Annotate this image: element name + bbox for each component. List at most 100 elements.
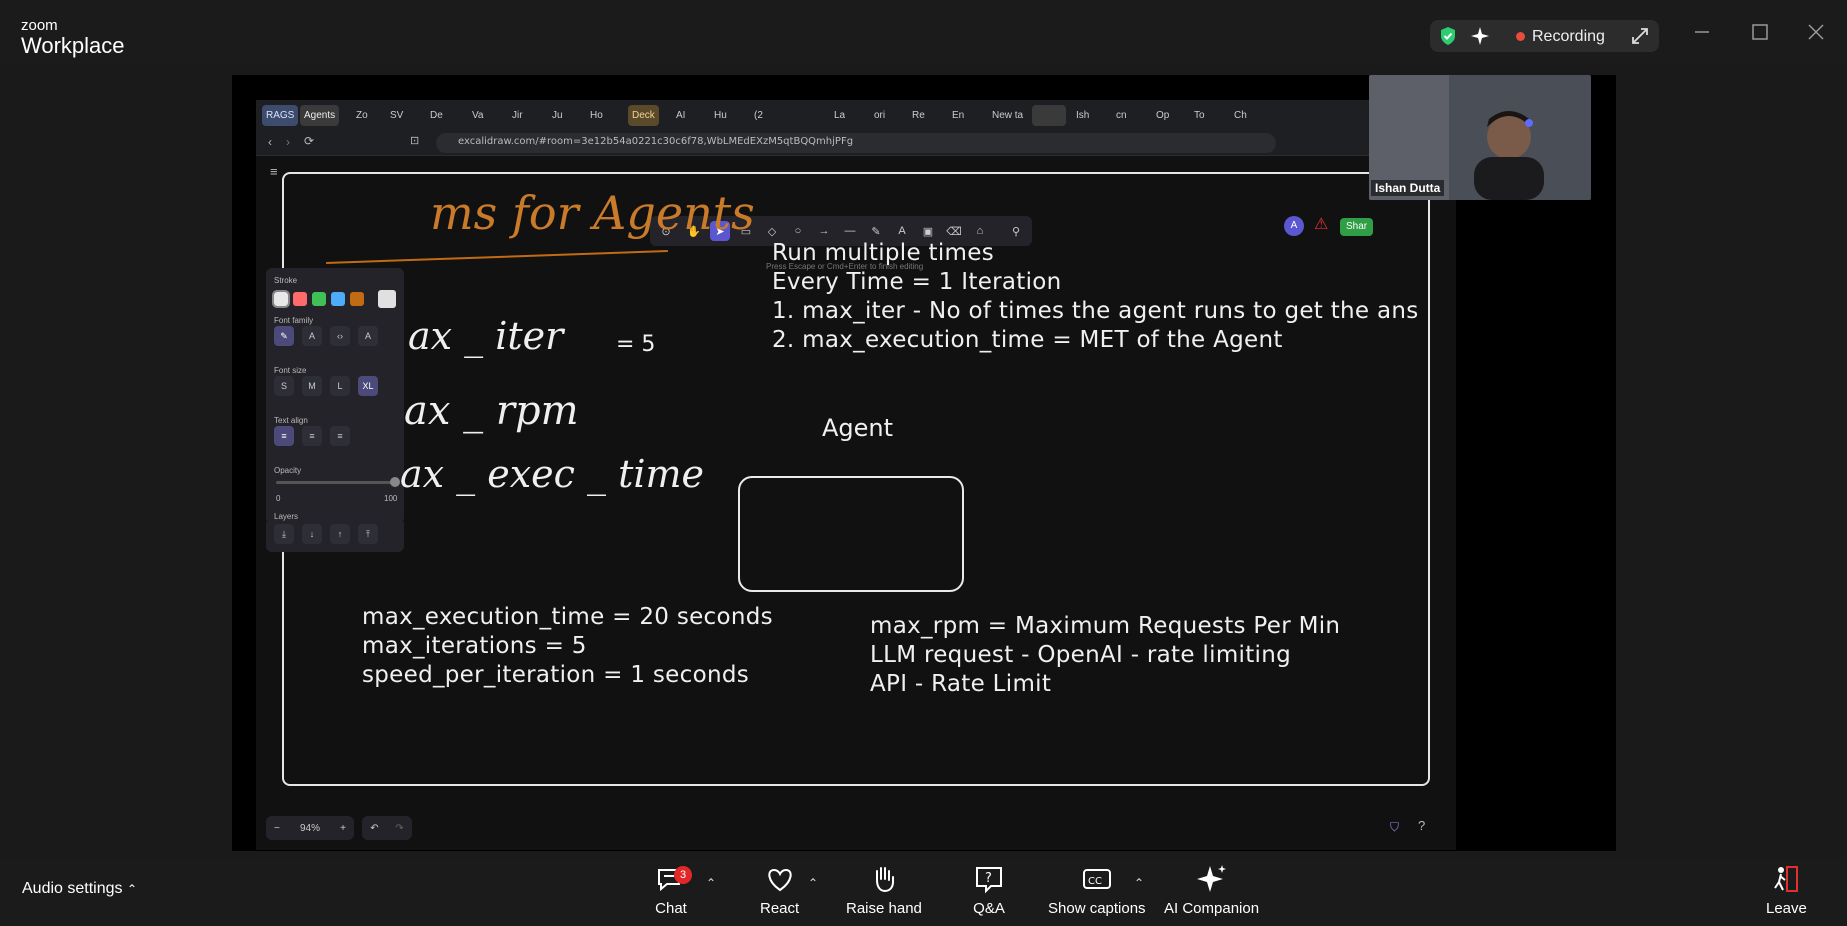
current-stroke-color[interactable] — [378, 290, 396, 308]
agent-rectangle[interactable] — [738, 476, 964, 592]
arrow-tool-icon[interactable]: → — [814, 221, 834, 241]
bookmark-icon[interactable]: ⊡ — [410, 134, 419, 147]
tab-item[interactable]: Zo — [352, 105, 372, 126]
url-text[interactable]: excalidraw.com/#room=3e12b54a0221c30c6f7… — [458, 136, 853, 147]
tab-item[interactable]: Ho — [586, 105, 607, 126]
recording-label[interactable]: Recording — [1532, 28, 1605, 46]
tab-item[interactable]: En — [948, 105, 968, 126]
rpm-note-line[interactable]: API - Rate Limit — [870, 671, 1051, 697]
qa-button[interactable]: ? Q&A — [972, 862, 1006, 917]
chat-chevron-icon[interactable]: ⌃ — [706, 876, 716, 890]
note-line[interactable]: 2. max_execution_time = MET of the Agent — [772, 327, 1283, 353]
bring-to-front-icon[interactable]: ⤒ — [358, 524, 378, 544]
rpm-note-line[interactable]: max_rpm = Maximum Requests Per Min — [870, 613, 1340, 639]
tab-item[interactable]: De — [426, 105, 447, 126]
tab-item[interactable]: New ta — [988, 105, 1027, 126]
stroke-color-swatch[interactable] — [350, 292, 364, 306]
hamburger-menu-icon[interactable]: ≡ — [270, 164, 278, 179]
zoom-out-button[interactable]: − — [274, 823, 280, 834]
zoom-in-button[interactable]: + — [340, 823, 346, 834]
share-button[interactable]: Shar — [1340, 218, 1374, 236]
tab-active-excalidraw[interactable] — [1032, 105, 1066, 126]
stroke-color-swatch[interactable] — [331, 292, 345, 306]
tab-item[interactable]: AI — [672, 105, 689, 126]
tab-item[interactable]: To — [1190, 105, 1209, 126]
avatar[interactable]: A — [1284, 216, 1304, 236]
tab-item[interactable]: Ch — [1230, 105, 1251, 126]
bring-forward-icon[interactable]: ↑ — [330, 524, 350, 544]
send-to-back-icon[interactable]: ⤓ — [274, 524, 294, 544]
redo-icon[interactable]: ↷ — [395, 823, 403, 834]
zoom-level[interactable]: 94% — [300, 823, 320, 834]
align-left-icon[interactable]: ≡ — [274, 426, 294, 446]
tab-rags[interactable]: RAGS — [262, 105, 299, 126]
pencil-tool-icon[interactable]: ✎ — [866, 221, 886, 241]
shield-icon[interactable] — [1438, 26, 1458, 46]
forward-icon[interactable]: › — [286, 135, 290, 149]
font-more-icon[interactable]: A — [358, 326, 378, 346]
font-size-s[interactable]: S — [274, 376, 294, 396]
url-field[interactable]: excalidraw.com/#room=3e12b54a0221c30c6f7… — [436, 133, 1276, 153]
captions-chevron-icon[interactable]: ⌃ — [1134, 876, 1144, 890]
align-center-icon[interactable]: ≡ — [302, 426, 322, 446]
leave-button[interactable]: Leave — [1766, 862, 1807, 917]
font-normal-icon[interactable]: A — [302, 326, 322, 346]
minimize-icon[interactable] — [1692, 22, 1712, 42]
audio-settings-button[interactable]: Audio settings ⌃ — [22, 880, 137, 898]
show-captions-button[interactable]: CC Show captions — [1048, 862, 1146, 917]
warning-icon[interactable]: ⚠ — [1314, 214, 1328, 234]
tab-item[interactable] — [790, 105, 798, 126]
expand-icon[interactable] — [1630, 26, 1650, 46]
tab-item[interactable]: Re — [908, 105, 929, 126]
diamond-tool-icon[interactable]: ◇ — [762, 221, 782, 241]
image-tool-icon[interactable]: ▣ — [918, 221, 938, 241]
chat-button[interactable]: Chat 3 — [654, 862, 692, 917]
tab-item[interactable]: Hu — [710, 105, 731, 126]
tab-item[interactable]: Ju — [548, 105, 567, 126]
back-icon[interactable]: ‹ — [268, 135, 272, 149]
ai-sparkle-icon[interactable] — [1470, 26, 1490, 46]
stroke-color-swatch[interactable] — [312, 292, 326, 306]
exec-note-line[interactable]: max_iterations = 5 — [362, 633, 587, 659]
tab-item[interactable]: Va — [468, 105, 488, 126]
stroke-color-swatch[interactable] — [293, 292, 307, 306]
tab-item[interactable]: Jir — [508, 105, 527, 126]
tab-item[interactable]: SV — [386, 105, 407, 126]
ellipse-tool-icon[interactable]: ○ — [788, 221, 808, 241]
stroke-color-swatch[interactable] — [272, 290, 290, 308]
undo-icon[interactable]: ↶ — [370, 823, 378, 834]
tab-item[interactable]: Ish — [1072, 105, 1093, 126]
exec-note-line[interactable]: speed_per_iteration = 1 seconds — [362, 662, 749, 688]
eraser-tool-icon[interactable]: ⌫ — [944, 221, 964, 241]
shapes-library-icon[interactable]: ⌂ — [970, 221, 990, 241]
shield-check-icon[interactable]: ⛉ — [1390, 820, 1399, 835]
tab-item[interactable]: (2 — [750, 105, 767, 126]
note-line[interactable]: 1. max_iter - No of times the agent runs… — [772, 298, 1419, 324]
meeting-status-pill[interactable]: Recording — [1430, 20, 1659, 52]
participant-video[interactable]: Ishan Dutta — [1369, 75, 1591, 200]
line-tool-icon[interactable]: — — [840, 221, 860, 241]
tab-agents[interactable]: Agents — [300, 105, 340, 126]
font-code-icon[interactable]: ‹› — [330, 326, 350, 346]
tab-deck[interactable]: Deck — [628, 105, 659, 126]
text-tool-icon[interactable]: A — [892, 221, 912, 241]
react-button[interactable]: React — [760, 862, 799, 917]
note-line[interactable]: Run multiple times — [772, 240, 994, 266]
help-icon[interactable]: ? — [1418, 818, 1425, 833]
font-size-xl[interactable]: XL — [358, 376, 378, 396]
maximize-icon[interactable] — [1750, 22, 1770, 42]
close-icon[interactable] — [1806, 22, 1826, 42]
font-size-l[interactable]: L — [330, 376, 350, 396]
opacity-slider[interactable] — [276, 481, 394, 484]
raise-hand-button[interactable]: Raise hand — [846, 862, 922, 917]
tab-item[interactable]: La — [830, 105, 849, 126]
agent-label[interactable]: Agent — [822, 414, 893, 442]
send-backward-icon[interactable]: ↓ — [302, 524, 322, 544]
align-right-icon[interactable]: ≡ — [330, 426, 350, 446]
ai-companion-button[interactable]: AI Companion — [1164, 862, 1259, 917]
font-hand-icon[interactable]: ✎ — [274, 326, 294, 346]
rpm-note-line[interactable]: LLM request - OpenAI - rate limiting — [870, 642, 1291, 668]
opacity-slider-handle[interactable] — [390, 477, 400, 487]
note-line[interactable]: Every Time = 1 Iteration — [772, 269, 1062, 295]
tab-item[interactable]: cn — [1112, 105, 1131, 126]
